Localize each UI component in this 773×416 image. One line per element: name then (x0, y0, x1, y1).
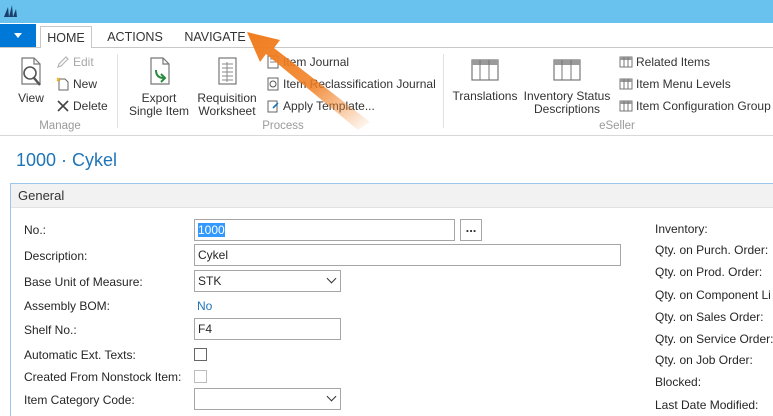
shelf-no-field[interactable]: F4 (194, 318, 341, 340)
base-uom-select[interactable]: STK (194, 270, 341, 292)
inventory-status-descriptions-button[interactable]: Inventory Status Descriptions (520, 56, 614, 116)
eseller-group-label: eSeller (599, 120, 635, 132)
delete-label: Delete (73, 99, 108, 113)
export-line2: Single Item (128, 104, 190, 118)
view-button[interactable]: View (12, 56, 50, 105)
description-field[interactable]: Cykel (194, 244, 621, 266)
delete-button[interactable]: Delete (56, 97, 108, 115)
assembly-bom-label: Assembly BOM: (24, 299, 111, 313)
new-label: New (73, 77, 98, 91)
item-category-label: Item Category Code: (24, 393, 135, 407)
manage-group-label: Manage (39, 120, 81, 132)
related-items-button[interactable]: Related Items (619, 53, 710, 71)
tab-home[interactable]: HOME (40, 26, 92, 49)
qty-service-order-label: Qty. on Service Order: (655, 332, 773, 346)
qty-purch-order-label: Qty. on Purch. Order: (655, 243, 769, 257)
assist-edit-button[interactable]: ... (460, 219, 482, 241)
qty-component-lines-label: Qty. on Component Li (655, 288, 771, 302)
last-date-modified-label: Last Date Modified: (655, 398, 759, 412)
created-nonstock-label: Created From Nonstock Item: (24, 370, 182, 384)
application-menu-button[interactable] (0, 24, 36, 47)
new-button[interactable]: New (56, 75, 97, 93)
base-uom-value: STK (198, 274, 222, 288)
related-items-label: Related Items (636, 55, 711, 69)
translations-label: Translations (452, 89, 518, 103)
export-line1: Export (141, 91, 177, 105)
item-config-group-label: Item Configuration Group (636, 99, 771, 113)
translations-button[interactable]: Translations (452, 56, 518, 103)
inv-status-line1: Inventory Status (523, 89, 611, 103)
small-grid-icon (619, 78, 633, 90)
auto-ext-texts-checkbox[interactable] (194, 348, 207, 361)
qty-sales-order-label: Qty. on Sales Order: (655, 310, 764, 324)
auto-ext-texts-label: Automatic Ext. Texts: (24, 348, 136, 362)
assembly-bom-value[interactable]: No (197, 299, 212, 313)
menu-dropdown-icon (14, 33, 22, 38)
page-title: 1000 · Cykel (16, 150, 118, 170)
title-bar (0, 0, 773, 23)
blocked-label: Blocked: (655, 375, 702, 389)
edit-button[interactable]: Edit (56, 53, 94, 71)
item-category-select[interactable] (194, 388, 341, 410)
chevron-down-icon (326, 391, 337, 402)
edit-label: Edit (73, 55, 94, 69)
description-label: Description: (24, 249, 88, 263)
inv-status-line2: Descriptions (533, 102, 601, 116)
export-document-icon (150, 57, 170, 85)
item-menu-levels-label: Item Menu Levels (636, 77, 731, 91)
created-nonstock-checkbox (194, 370, 207, 383)
export-single-item-button[interactable]: Export Single Item (126, 56, 192, 118)
table-grid-icon (471, 59, 499, 81)
ribbon-divider (117, 54, 118, 128)
new-document-icon (56, 77, 69, 91)
small-grid-icon (619, 56, 633, 68)
orange-arrow-annotation (247, 32, 370, 130)
ribbon-tab-bar: HOME ACTIONS NAVIGATE (0, 23, 773, 49)
qty-prod-order-label: Qty. on Prod. Order: (655, 265, 763, 279)
ribbon: View Edit New Delete Manage Export Singl… (0, 48, 773, 136)
qty-job-order-label: Qty. on Job Order: (655, 353, 753, 367)
tab-actions[interactable]: ACTIONS (100, 26, 170, 49)
shelf-no-label: Shelf No.: (24, 323, 77, 337)
no-field[interactable]: 1000 (194, 219, 455, 241)
inventory-label: Inventory: (655, 222, 708, 236)
small-grid-icon (619, 100, 633, 112)
table-grid-icon (553, 59, 581, 81)
pencil-icon (57, 56, 69, 68)
item-configuration-group-button[interactable]: Item Configuration Group (619, 97, 771, 115)
delete-x-icon (57, 100, 69, 112)
dynamics-logo-icon (4, 5, 17, 17)
item-menu-levels-button[interactable]: Item Menu Levels (619, 75, 731, 93)
view-label: View (18, 91, 44, 105)
ribbon-divider (443, 54, 444, 128)
no-label: No.: (24, 223, 47, 237)
fasttab-header-general[interactable]: General (11, 184, 773, 208)
base-uom-label: Base Unit of Measure: (24, 275, 143, 289)
view-icon (21, 57, 41, 86)
no-value: 1000 (198, 223, 225, 237)
chevron-down-icon (326, 273, 337, 284)
